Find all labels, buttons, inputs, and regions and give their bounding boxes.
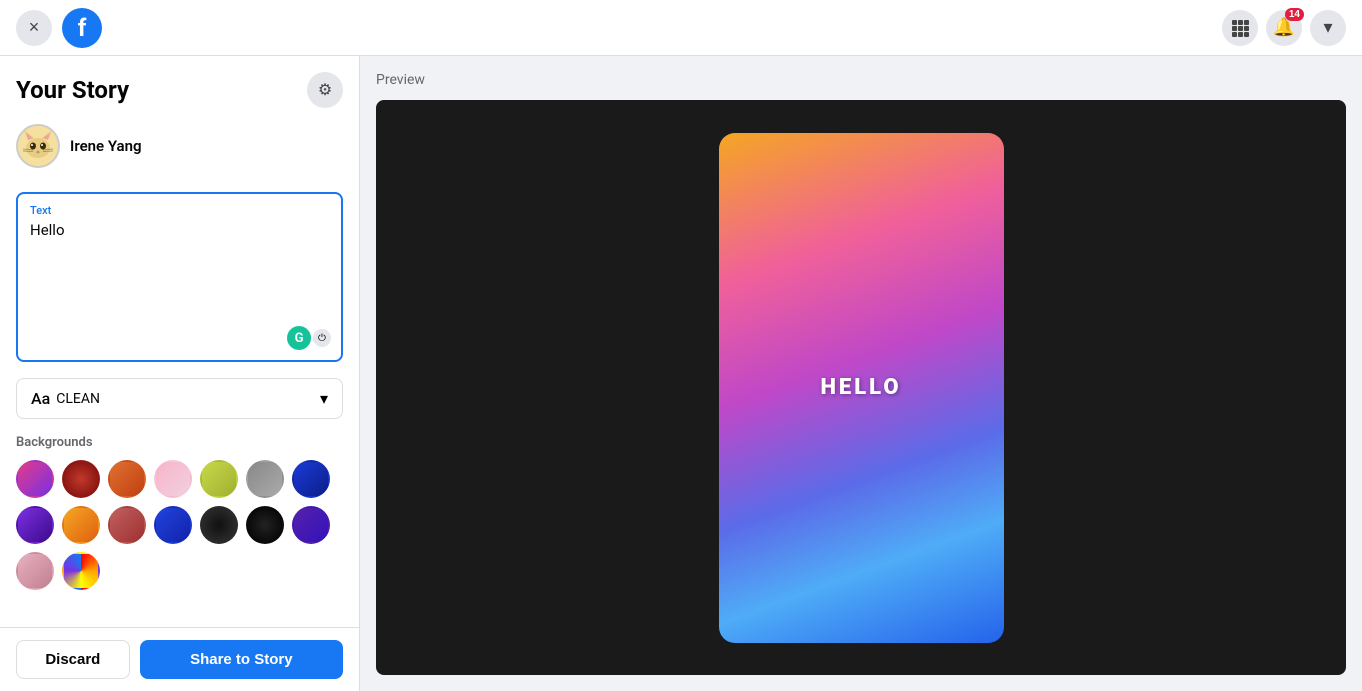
background-swatch-1[interactable] [16,460,54,498]
chevron-down-icon: ▾ [320,389,328,408]
background-swatch-14[interactable] [292,506,330,544]
settings-button[interactable]: ⚙ [307,72,343,108]
fb-logo: f [62,8,102,48]
background-swatch-10[interactable] [108,506,146,544]
background-swatch-16[interactable] [62,552,100,590]
notification-button[interactable]: 🔔 14 [1266,10,1302,46]
background-swatch-4[interactable] [154,460,192,498]
preview-area: Preview HELLO [360,56,1362,691]
user-name: Irene Yang [70,137,142,155]
notification-badge: 14 [1285,8,1304,21]
bottom-buttons: Discard Share to Story [0,627,359,691]
background-swatch-9[interactable] [62,506,100,544]
backgrounds-grid [16,460,343,590]
avatar [16,124,60,168]
preview-label: Preview [376,72,1346,88]
close-button[interactable]: × [16,10,52,46]
grammarly-dot-icon: ⏻ [313,329,331,347]
share-to-story-button[interactable]: Share to Story [140,640,343,679]
grammarly-widget: G ⏻ [287,326,331,350]
text-input-container: Text G ⏻ [16,192,343,362]
background-swatch-5[interactable] [200,460,238,498]
topbar-right: 🔔 14 ▾ [1222,10,1346,46]
text-input[interactable] [30,221,329,341]
grid-button[interactable] [1222,10,1258,46]
left-panel-header: Your Story ⚙ [0,56,359,116]
topbar: × f 🔔 14 ▾ [0,0,1362,56]
font-name-label: CLEAN [56,391,100,407]
backgrounds-section: Backgrounds [16,435,343,590]
background-swatch-13[interactable] [246,506,284,544]
preview-frame: HELLO [376,100,1346,675]
font-selector[interactable]: Aa CLEAN ▾ [16,378,343,419]
close-icon: × [29,17,40,38]
grammarly-g-icon: G [287,326,311,350]
left-panel: Your Story ⚙ [0,56,360,691]
story-card: HELLO [719,133,1004,643]
text-input-label: Text [30,204,329,217]
background-swatch-3[interactable] [108,460,146,498]
story-text: HELLO [820,375,901,400]
background-swatch-7[interactable] [292,460,330,498]
background-swatch-12[interactable] [200,506,238,544]
backgrounds-label: Backgrounds [16,435,343,450]
background-swatch-15[interactable] [16,552,54,590]
background-swatch-6[interactable] [246,460,284,498]
account-chevron-button[interactable]: ▾ [1310,10,1346,46]
font-aa-label: Aa [31,389,50,408]
background-swatch-11[interactable] [154,506,192,544]
chevron-down-icon: ▾ [1323,17,1332,38]
font-selector-left: Aa CLEAN [31,389,100,408]
background-swatch-8[interactable] [16,506,54,544]
user-row: Irene Yang [0,116,359,184]
discard-button[interactable]: Discard [16,640,130,679]
page-title: Your Story [16,76,129,104]
background-swatch-2[interactable] [62,460,100,498]
main-layout: Your Story ⚙ [0,56,1362,691]
gear-icon: ⚙ [318,80,332,100]
grid-icon [1230,18,1250,38]
topbar-left: × f [16,8,102,48]
